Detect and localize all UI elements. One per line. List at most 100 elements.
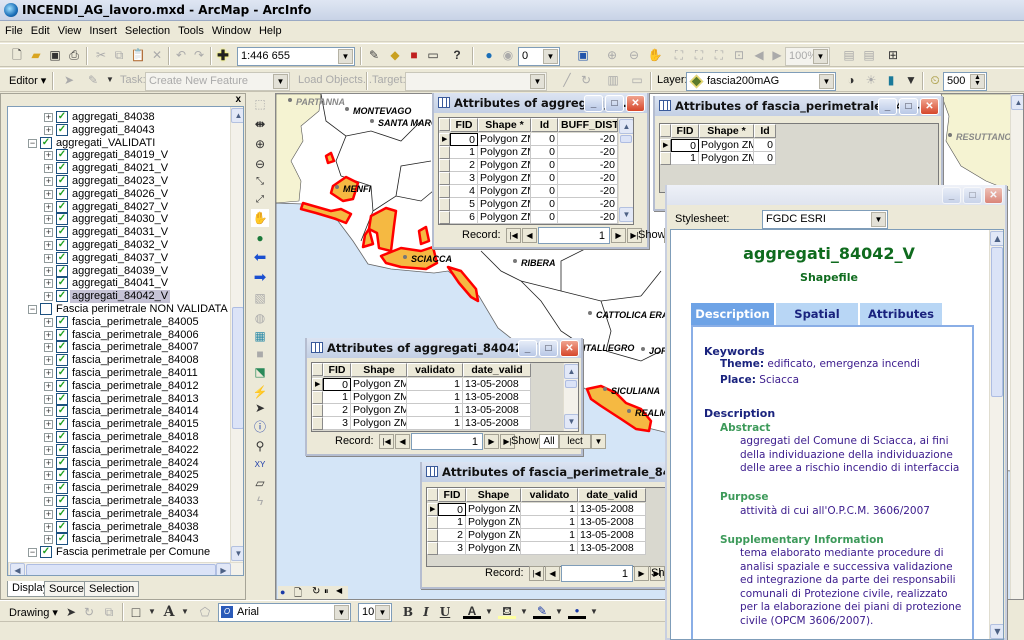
scroll-down-icon[interactable]: ▼ <box>564 414 578 429</box>
next-record-button[interactable]: ▶ <box>484 434 499 449</box>
table-cell[interactable]: 5 <box>450 198 478 211</box>
scroll-down-icon[interactable]: ▼ <box>619 207 633 222</box>
scroll-up-icon[interactable]: ▲ <box>619 119 633 134</box>
layer-name[interactable]: aggregati_84027_V <box>70 201 170 214</box>
layer-name[interactable]: Fascia perimetrale per Comune <box>54 546 212 559</box>
back-extent-icon[interactable]: ◀ <box>750 46 768 64</box>
redo-icon[interactable]: ↷ <box>190 46 208 64</box>
toc-layer-item[interactable]: + ✓ fascia_perimetrale_84033 <box>8 495 228 508</box>
scroll-down-icon[interactable]: ▼ <box>231 546 243 561</box>
table-cell[interactable]: 4 <box>450 185 478 198</box>
menu-view[interactable]: View <box>53 22 85 37</box>
hyperlink-select-icon[interactable]: ⬔ <box>251 363 269 381</box>
expand-icon[interactable]: + <box>44 241 53 250</box>
table-cell[interactable]: 0 <box>323 378 351 391</box>
measure-icon[interactable]: ⏥ <box>251 474 269 492</box>
table-cell[interactable]: Polygon ZM <box>699 152 754 165</box>
print-icon[interactable]: ⎙ <box>65 46 83 64</box>
show-selected-button[interactable]: lect <box>559 434 591 449</box>
chevron-down-icon[interactable]: ▼ <box>819 74 834 89</box>
minimize-button[interactable]: _ <box>584 95 603 112</box>
table-cell[interactable]: Polygon ZM <box>466 516 521 529</box>
layer-name[interactable]: fascia_perimetrale_84007 <box>70 341 201 354</box>
checkbox-checked[interactable]: ✓ <box>56 367 68 379</box>
tab-selection[interactable]: Selection <box>84 581 140 597</box>
close-button[interactable]: ✕ <box>984 187 1003 204</box>
expand-icon[interactable]: + <box>44 471 53 481</box>
table-cell[interactable]: 1 <box>407 378 463 391</box>
toc-layer-item[interactable]: + ✓ fascia_perimetrale_84018 <box>8 431 228 444</box>
toc-layer-item[interactable]: + ✓ aggregati_84019_V <box>8 149 228 162</box>
table-cell[interactable]: 1 <box>671 152 699 165</box>
expand-icon[interactable]: + <box>44 189 53 199</box>
table-cell[interactable]: 1 <box>521 516 578 529</box>
focus-data-frame-icon[interactable]: ▤ <box>860 46 878 64</box>
map-vertical-scrollbar[interactable]: ▲ <box>1010 94 1023 599</box>
expand-icon[interactable]: + <box>44 228 53 238</box>
layer-name[interactable]: fascia_perimetrale_84011 <box>70 367 200 380</box>
chevron-down-icon[interactable]: ▼ <box>334 605 349 620</box>
expand-icon[interactable]: + <box>44 433 53 442</box>
layer-combo[interactable]: fascia200mAG ▼ <box>686 72 836 91</box>
chevron-down-icon[interactable]: ▼ <box>143 603 161 621</box>
toc-layer-item[interactable]: + ✓ aggregati_84031_V <box>8 226 228 239</box>
checkbox-checked[interactable]: ✓ <box>56 405 68 418</box>
column-header[interactable]: validato <box>521 488 578 502</box>
toc-layer-item[interactable]: + ✓ fascia_perimetrale_84034 <box>8 507 228 521</box>
layer-name[interactable]: fascia_perimetrale_84018 <box>70 431 201 444</box>
table-cell[interactable]: -20 <box>558 159 618 172</box>
table-cell[interactable]: -20 <box>558 146 618 159</box>
expand-icon[interactable]: + <box>44 292 53 302</box>
refresh-icon[interactable]: ↻ <box>312 586 320 597</box>
scroll-right-icon[interactable]: ▶ <box>216 563 231 575</box>
table-cell[interactable]: 0 <box>531 211 558 224</box>
table-cell[interactable]: 0 <box>438 503 466 516</box>
expand-icon[interactable]: + <box>44 215 53 225</box>
layer-name[interactable]: aggregati_84037_V <box>70 252 170 265</box>
select-elements-icon[interactable]: ➤ <box>62 603 80 621</box>
row-selector[interactable] <box>439 211 450 224</box>
load-objects-button[interactable]: Load Objects... <box>298 74 372 86</box>
table-cell[interactable]: 1 <box>407 404 463 417</box>
menu-file[interactable]: File <box>0 22 26 37</box>
show-all-button[interactable]: All <box>539 434 559 449</box>
back-arrow-icon[interactable]: ⬅ <box>251 249 269 267</box>
forward-extent-icon[interactable]: ▶ <box>768 46 786 64</box>
fixed-zoom-out-icon[interactable]: ⊡ <box>730 46 748 64</box>
scroll-up-icon[interactable]: ▲ <box>564 364 578 379</box>
expand-icon[interactable]: + <box>44 394 53 404</box>
checkbox-checked[interactable]: ✓ <box>56 379 68 392</box>
copy-icon[interactable]: ⧉ <box>110 46 128 64</box>
layer-name[interactable]: aggregati_VALIDATI <box>54 137 157 150</box>
toc-layer-item[interactable]: + ✓ aggregati_84042_V <box>8 290 228 304</box>
checkbox-checked[interactable]: ✓ <box>56 533 68 546</box>
row-selector[interactable] <box>427 516 438 529</box>
checkbox-checked[interactable]: ✓ <box>56 354 68 367</box>
checkbox-checked[interactable]: ✓ <box>40 546 52 559</box>
column-header[interactable]: BUFF_DIST <box>558 118 618 132</box>
undo-icon[interactable]: ↶ <box>172 46 190 64</box>
checkbox-checked[interactable]: ✓ <box>56 213 68 226</box>
table-cell[interactable]: 1 <box>438 516 466 529</box>
expand-icon[interactable]: + <box>44 535 53 545</box>
save-icon[interactable]: ▣ <box>46 46 64 64</box>
select-arrow-icon[interactable]: ➤ <box>251 399 269 417</box>
menu-insert[interactable]: Insert <box>84 22 120 37</box>
previous-record-button[interactable]: ◀ <box>522 228 537 243</box>
row-selector[interactable] <box>439 172 450 185</box>
options-dropdown[interactable]: ▼ <box>591 434 606 449</box>
toc-layer-item[interactable]: + ✓ fascia_perimetrale_84007 <box>8 341 228 354</box>
rotate-icon[interactable]: ↻ <box>80 603 98 621</box>
table-cell[interactable]: 0 <box>531 133 558 146</box>
checkbox-checked[interactable]: ✓ <box>56 187 68 200</box>
rotate-tool-icon[interactable]: ↻ <box>577 71 595 89</box>
table-cell[interactable]: 6 <box>450 211 478 224</box>
layer-name[interactable]: fascia_perimetrale_84012 <box>70 380 201 393</box>
chevron-down-icon[interactable]: ▼ <box>273 74 288 89</box>
table-cell[interactable]: Polygon ZM <box>351 391 407 404</box>
layer-name[interactable]: aggregati_84041_V <box>70 277 170 290</box>
open-folder-icon[interactable]: ▰ <box>27 46 45 64</box>
menu-edit[interactable]: Edit <box>26 22 53 37</box>
row-selector[interactable]: ▶ <box>439 133 450 146</box>
font-size-combo[interactable]: 10 ▼ <box>358 603 392 622</box>
